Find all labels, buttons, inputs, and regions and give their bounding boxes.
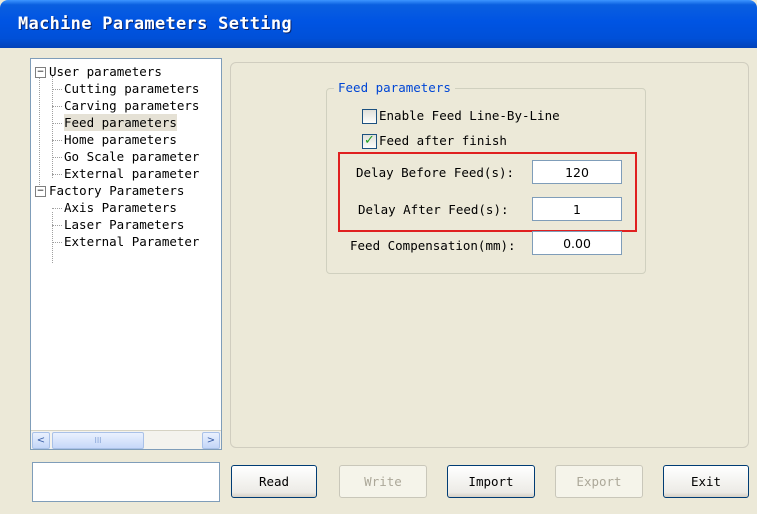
tree-item[interactable]: Feed parameters [64,114,177,131]
collapse-toggle-icon[interactable]: − [35,186,46,197]
tree-item[interactable]: User parameters [49,63,162,80]
delay-after-feed-input[interactable]: 1 [532,197,622,221]
scroll-right-arrow-icon[interactable]: > [202,432,220,449]
title-bar[interactable]: Machine Parameters Setting [0,0,757,48]
tree-guide-line [39,71,40,193]
tree-connector [52,123,62,124]
delay-before-feed-input[interactable]: 120 [532,160,622,184]
tree-connector [52,106,62,107]
tree-connector [52,242,62,243]
checkbox-box[interactable] [362,109,377,124]
export-button[interactable]: Export [555,465,643,498]
tree-item[interactable]: Go Scale parameter [64,148,199,165]
scroll-thumb[interactable]: III [52,432,144,449]
tree-item[interactable]: Home parameters [64,131,177,148]
parameter-tree-panel: − User parameters Cutting parameters Carvin… [30,58,222,450]
tree-connector [52,140,62,141]
tree-item[interactable]: Factory Parameters [49,182,184,199]
read-button[interactable]: Read [231,465,317,498]
tree-item[interactable]: Axis Parameters [64,199,177,216]
write-button[interactable]: Write [339,465,427,498]
checkmark-icon: ✓ [364,133,375,148]
main-window: Machine Parameters Setting − User paramet… [0,0,757,514]
status-field[interactable] [32,462,220,502]
exit-button[interactable]: Exit [663,465,749,498]
tree-connector [52,157,62,158]
delay-before-feed-label: Delay Before Feed(s): [356,165,515,180]
parameter-tree: − User parameters Cutting parameters Carvin… [31,59,221,431]
tree-connector [52,89,62,90]
tree-item[interactable]: Cutting parameters [64,80,199,97]
checkbox-box[interactable]: ✓ [362,133,377,149]
scroll-left-arrow-icon[interactable]: < [32,432,50,449]
tree-connector [52,225,62,226]
feed-group-title: Feed parameters [334,80,455,95]
feed-compensation-input[interactable]: 0.00 [532,231,622,255]
import-button[interactable]: Import [447,465,535,498]
checkbox-label: Enable Feed Line-By-Line [379,108,560,123]
checkbox-label: Feed after finish [379,133,507,148]
tree-guide-line [52,76,53,178]
feed-compensation-label: Feed Compensation(mm): [350,238,516,253]
tree-item[interactable]: External Parameter [64,233,199,250]
tree-item[interactable]: External parameter [64,165,199,182]
tree-guide-line [52,212,53,263]
tree-item[interactable]: Laser Parameters [64,216,184,233]
window-title: Machine Parameters Setting [18,14,292,34]
collapse-toggle-icon[interactable]: − [35,67,46,78]
tree-item[interactable]: Carving parameters [64,97,199,114]
delay-after-feed-label: Delay After Feed(s): [358,202,509,217]
tree-horizontal-scrollbar[interactable]: < III > [31,430,221,449]
tree-connector [52,208,62,209]
tree-connector [52,174,62,175]
